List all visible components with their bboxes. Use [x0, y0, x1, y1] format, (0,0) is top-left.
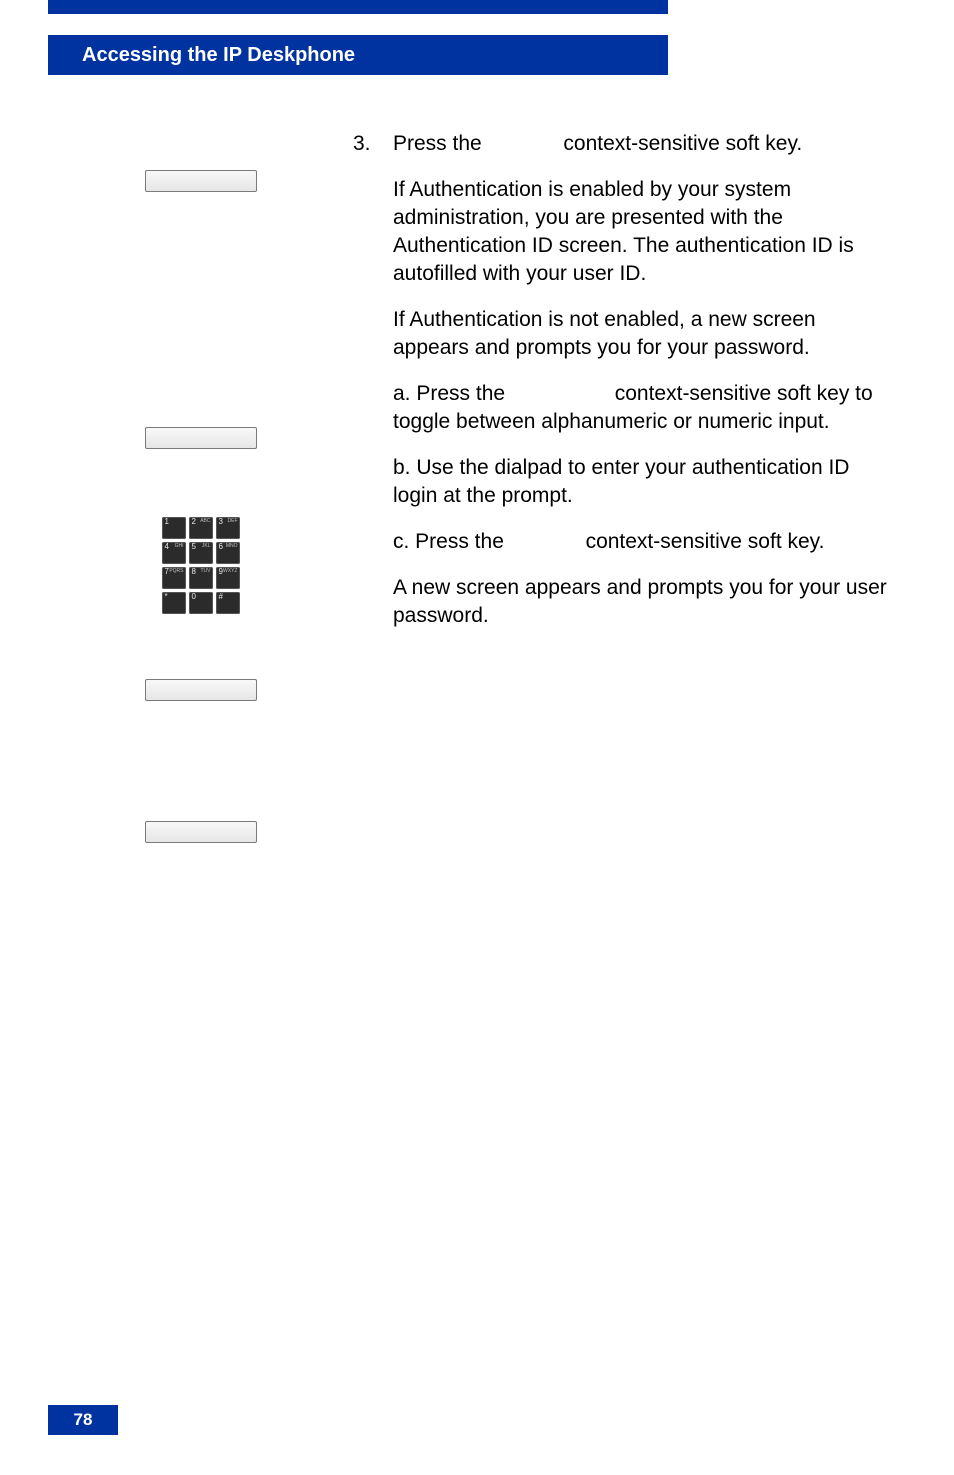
dialpad-key	[189, 592, 213, 614]
text-fragment: a. Press the	[393, 382, 511, 405]
softkey-button-3	[145, 679, 257, 701]
dialpad-key	[162, 592, 186, 614]
section-header: Accessing the IP Deskphone	[48, 35, 668, 75]
dialpad-key	[162, 542, 186, 564]
top-accent-strip	[48, 0, 668, 14]
illustration-column	[48, 130, 353, 843]
dialpad-key	[216, 517, 240, 539]
step-para-3: A new screen appears and prompts you for…	[393, 574, 894, 630]
step-sub-c: c. Press the context-sensitive soft key.	[393, 528, 894, 556]
step-body: Press the context-sensitive soft key. If…	[393, 130, 894, 630]
step-line-1: Press the context-sensitive soft key.	[393, 130, 894, 158]
instruction-column: 3. Press the context-sensitive soft key.…	[353, 130, 894, 843]
text-fragment: Press the	[393, 132, 488, 155]
page-content: 3. Press the context-sensitive soft key.…	[48, 130, 894, 1355]
step-sub-b: b. Use the dialpad to enter your authent…	[393, 454, 894, 510]
softkey-button-1	[145, 170, 257, 192]
text-fragment: c. Press the	[393, 530, 510, 553]
step-para-2: If Authentication is not enabled, a new …	[393, 306, 894, 362]
dialpad-key	[189, 542, 213, 564]
dialpad-key	[216, 567, 240, 589]
dialpad-key	[162, 517, 186, 539]
dialpad-key	[216, 592, 240, 614]
dialpad-key	[189, 567, 213, 589]
dialpad-key	[162, 567, 186, 589]
dialpad-key	[189, 517, 213, 539]
text-fragment: context-sensitive soft key.	[586, 530, 825, 553]
softkey-button-4	[145, 821, 257, 843]
step-para-1: If Authentication is enabled by your sys…	[393, 176, 894, 288]
text-fragment: context-sensitive soft key.	[563, 132, 802, 155]
step-sub-a: a. Press the context-sensitive soft key …	[393, 380, 894, 436]
step-number: 3.	[353, 130, 393, 630]
page-number-value: 78	[74, 1410, 93, 1430]
dialpad-illustration	[161, 517, 241, 614]
dialpad-key	[216, 542, 240, 564]
softkey-button-2	[145, 427, 257, 449]
section-header-title: Accessing the IP Deskphone	[82, 44, 355, 67]
step-3: 3. Press the context-sensitive soft key.…	[353, 130, 894, 630]
page-number: 78	[48, 1405, 118, 1435]
